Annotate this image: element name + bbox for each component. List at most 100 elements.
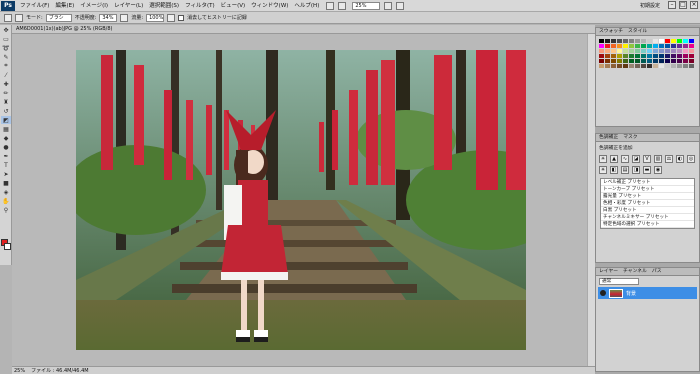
color-swatch[interactable] [677,44,682,48]
color-swatch[interactable] [671,44,676,48]
color-swatch[interactable] [665,64,670,68]
preset-selective-color[interactable]: 特定色域の選択 プリセット [601,221,694,228]
color-swatch[interactable] [689,64,694,68]
document-tab[interactable]: AM6D0001(1x)(ab)JPG @ 25% (RGB/8) [12,25,595,34]
color-swatch[interactable] [677,54,682,58]
color-swatch[interactable] [653,59,658,63]
color-swatch[interactable] [641,64,646,68]
color-swatch[interactable] [617,59,622,63]
color-swatch[interactable] [605,44,610,48]
blur-tool-icon[interactable]: ◆ [1,134,11,142]
color-swatch[interactable] [653,64,658,68]
close-button[interactable]: × [690,1,698,9]
color-swatch[interactable] [629,64,634,68]
color-swatch[interactable] [629,39,634,43]
color-swatch[interactable] [653,49,658,53]
tab-paths[interactable]: パス [652,268,662,275]
invert-icon[interactable]: ◧ [610,166,618,174]
color-swatch[interactable] [629,49,634,53]
zoom-tool-icon[interactable]: ⚲ [1,206,11,214]
color-swatch[interactable] [641,39,646,43]
blend-mode-select[interactable]: 通常 [599,278,639,285]
color-swatch[interactable] [641,49,646,53]
shape-tool-icon[interactable]: ■ [1,179,11,187]
color-swatch[interactable] [677,39,682,43]
menu-layer[interactable]: レイヤー(L) [111,0,146,12]
3d-tool-icon[interactable]: ◈ [1,188,11,196]
color-swatch[interactable] [665,59,670,63]
menu-select[interactable]: 選択範囲(S) [146,0,182,12]
color-swatch[interactable] [611,54,616,58]
color-swatch[interactable] [641,44,646,48]
color-swatch[interactable] [659,39,664,43]
mode-select[interactable]: ブラシ [45,13,72,22]
color-swatch[interactable] [617,44,622,48]
crop-tool-icon[interactable]: ⌗ [1,62,11,70]
color-swatch[interactable] [635,49,640,53]
color-swatch[interactable] [605,49,610,53]
minimize-button[interactable]: – [668,1,676,9]
color-swatch[interactable] [683,54,688,58]
path-select-tool-icon[interactable]: ➤ [1,170,11,178]
menu-view[interactable]: ビュー(V) [218,0,249,12]
menu-filter[interactable]: フィルタ(T) [182,0,218,12]
color-swatch[interactable] [623,54,628,58]
color-swatch[interactable] [647,64,652,68]
color-swatch[interactable] [689,59,694,63]
tab-layers[interactable]: レイヤー [599,268,618,275]
color-swatch[interactable] [617,64,622,68]
color-swatch[interactable] [665,39,670,43]
color-balance-icon[interactable]: ⚖ [665,155,673,163]
vertical-scrollbar[interactable] [587,34,595,366]
color-swatch[interactable] [599,64,604,68]
layer-row[interactable]: 背景 [598,287,697,299]
color-swatch[interactable] [689,44,694,48]
color-swatch[interactable] [683,59,688,63]
color-swatch[interactable] [671,39,676,43]
color-swatch[interactable] [677,59,682,63]
marquee-tool-icon[interactable]: ▭ [1,35,11,43]
hand-icon[interactable] [384,1,393,10]
curves-icon[interactable]: ∿ [621,155,629,163]
eraser-tool-icon[interactable] [4,13,12,22]
lasso-tool-icon[interactable]: ➰ [1,44,11,52]
color-swatch[interactable] [665,44,670,48]
color-swatch[interactable] [659,59,664,63]
color-swatch[interactable] [659,49,664,53]
color-swatch[interactable] [689,54,694,58]
color-swatch[interactable] [623,59,628,63]
color-swatch[interactable] [647,49,652,53]
arrange-documents-icon[interactable] [396,1,405,10]
eyedropper-tool-icon[interactable]: ⁄ [1,71,11,79]
background-color-swatch[interactable] [4,243,11,250]
preset-levels[interactable]: レベル補正 プリセット [601,179,694,186]
color-swatch[interactable] [635,54,640,58]
dodge-tool-icon[interactable]: ● [1,143,11,151]
color-swatch[interactable] [647,44,652,48]
color-swatch[interactable] [683,64,688,68]
move-tool-icon[interactable]: ✥ [1,26,11,34]
color-swatch[interactable] [659,44,664,48]
healing-tool-icon[interactable]: ✚ [1,80,11,88]
tab-styles[interactable]: スタイル [628,28,647,35]
status-zoom[interactable]: 25% [14,367,25,374]
channel-mixer-icon[interactable]: ✳ [599,166,607,174]
pen-tool-icon[interactable]: ✒ [1,152,11,160]
preset-black-white[interactable]: 白黒 プリセット [601,207,694,214]
menu-edit[interactable]: 編集(E) [52,0,77,12]
preset-exposure[interactable]: 露光量 プリセット [601,193,694,200]
menu-window[interactable]: ウィンドウ(W) [248,0,291,12]
color-swatch[interactable] [605,54,610,58]
color-swatch[interactable] [689,39,694,43]
color-swatch[interactable] [611,49,616,53]
eraser-tool-icon[interactable]: ◩ [1,116,11,124]
color-swatch[interactable] [617,49,622,53]
color-swatch[interactable] [629,59,634,63]
hand-tool-icon[interactable]: ✋ [1,197,11,205]
color-swatch[interactable] [641,54,646,58]
posterize-icon[interactable]: ▤ [621,166,629,174]
color-swatch[interactable] [671,64,676,68]
color-swatch[interactable] [599,39,604,43]
erase-history-checkbox[interactable] [178,14,185,21]
color-swatch[interactable] [611,39,616,43]
